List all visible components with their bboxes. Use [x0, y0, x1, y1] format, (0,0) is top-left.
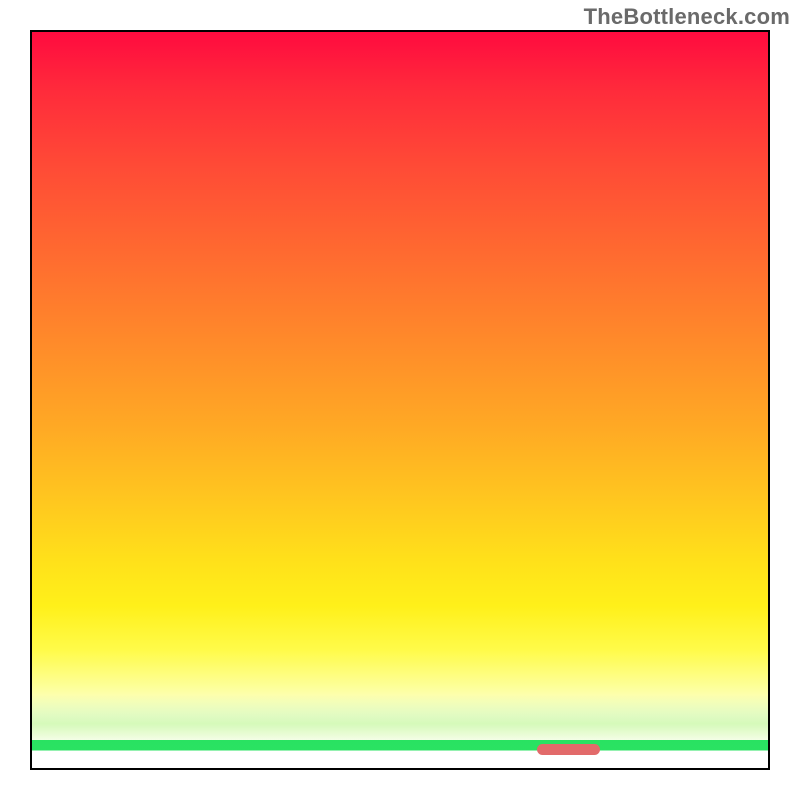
watermark-text: TheBottleneck.com [584, 4, 790, 30]
plot-area [30, 30, 770, 770]
minimum-marker [537, 744, 600, 755]
figure-canvas: TheBottleneck.com [0, 0, 800, 800]
